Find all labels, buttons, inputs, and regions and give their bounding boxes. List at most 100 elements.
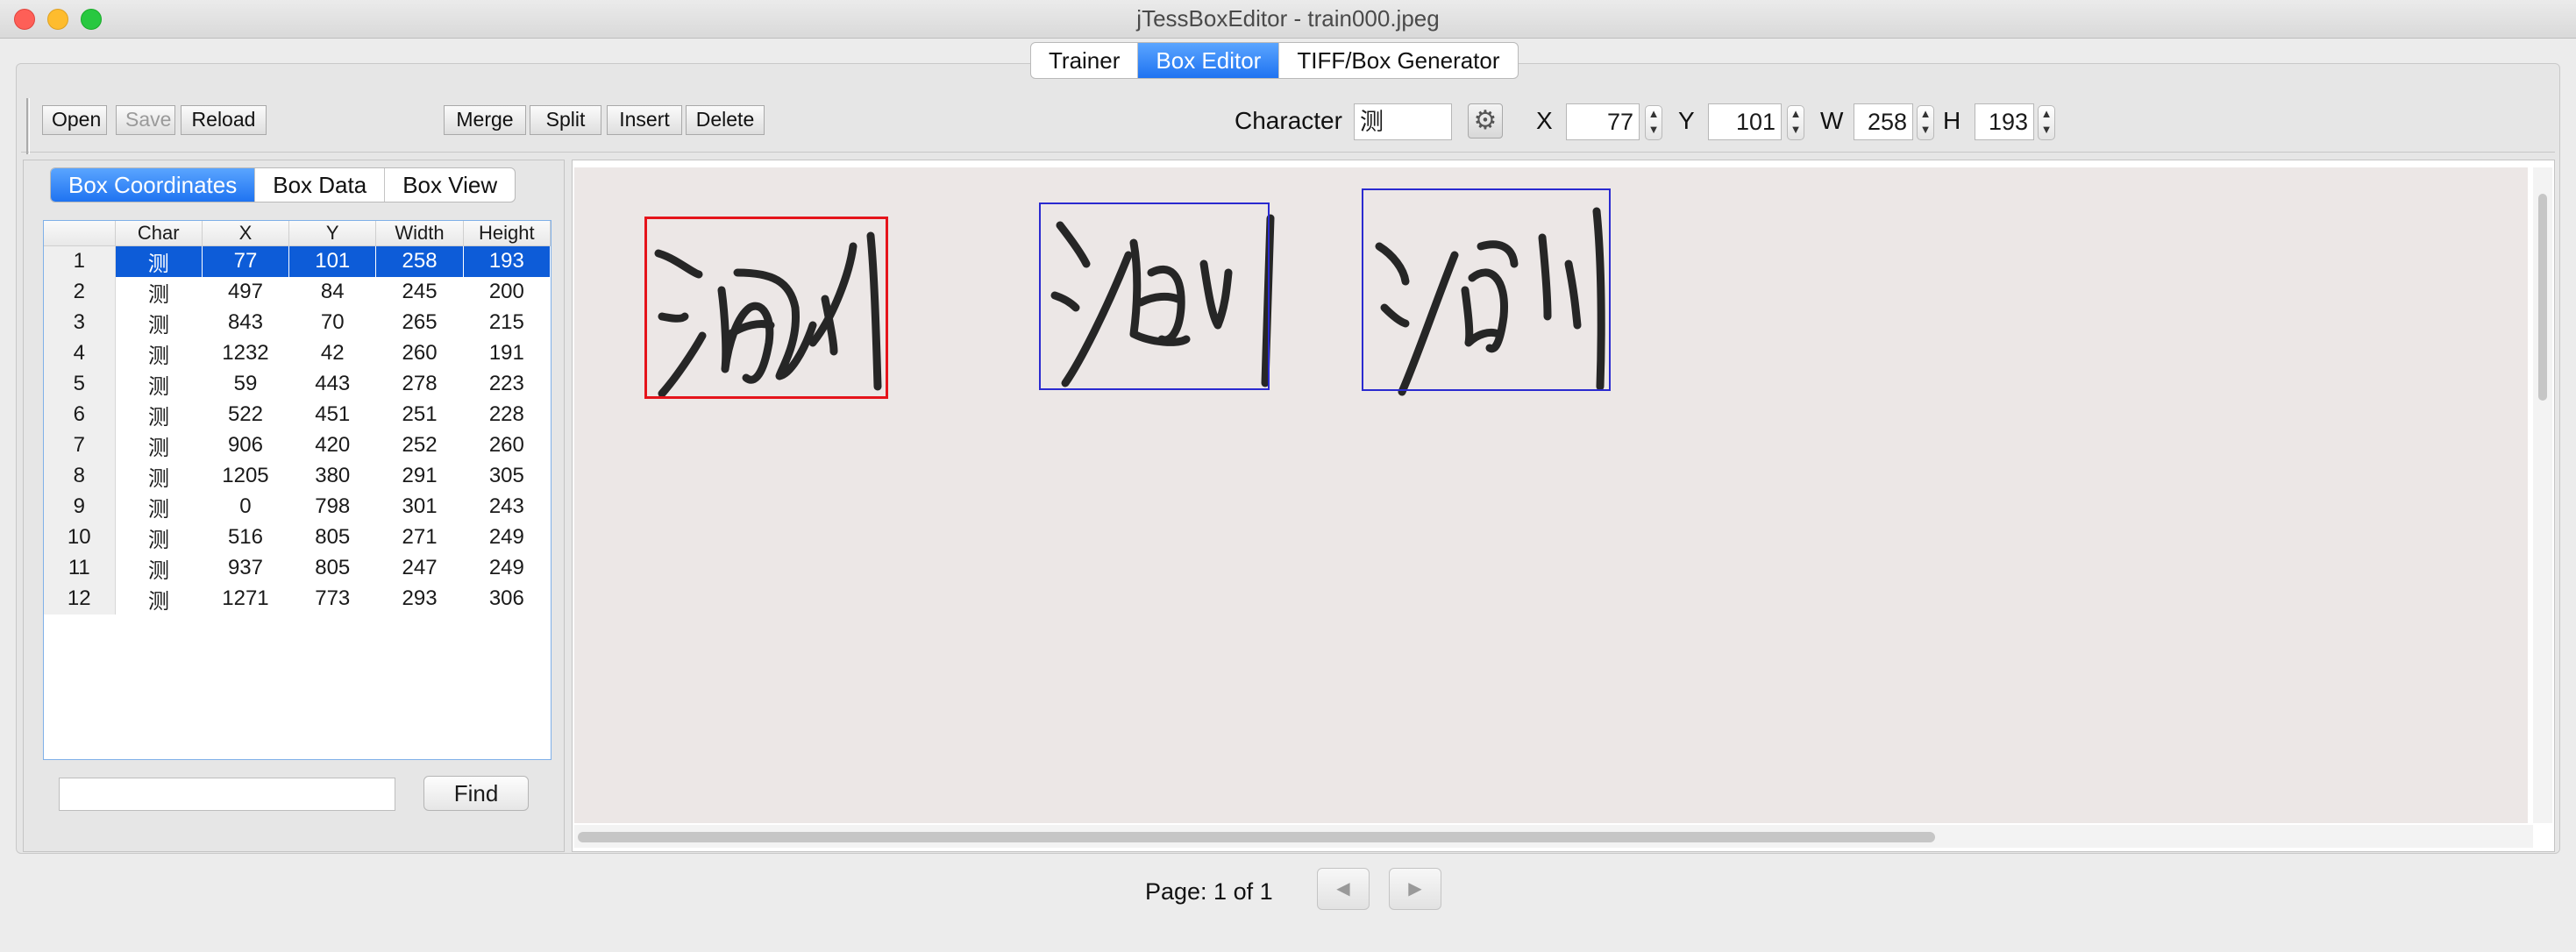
open-button[interactable]: Open xyxy=(42,105,107,135)
char-box[interactable] xyxy=(1039,202,1270,390)
merge-button[interactable]: Merge xyxy=(444,105,526,135)
column-header-x[interactable]: X xyxy=(202,221,290,246)
y-cell[interactable]: 420 xyxy=(289,430,376,461)
tab-tiff-box-generator[interactable]: TIFF/Box Generator xyxy=(1279,43,1517,78)
height-cell[interactable]: 305 xyxy=(463,461,550,492)
width-cell[interactable]: 265 xyxy=(376,308,463,338)
table-row[interactable]: 12 测 1271 773 293 306 xyxy=(44,583,551,615)
width-cell[interactable]: 245 xyxy=(376,277,463,308)
column-header-height[interactable]: Height xyxy=(463,221,551,246)
y-cell[interactable]: 380 xyxy=(289,461,376,492)
width-cell[interactable]: 258 xyxy=(375,245,464,277)
table-row[interactable]: 10 测 516 805 271 249 xyxy=(44,522,551,553)
x-cell[interactable]: 906 xyxy=(202,430,288,461)
tab-box-view[interactable]: Box View xyxy=(385,168,515,202)
table-row[interactable]: 5 测 59 443 278 223 xyxy=(44,368,551,400)
column-header-y[interactable]: Y xyxy=(288,221,377,246)
char-box[interactable] xyxy=(1362,188,1611,391)
x-cell[interactable]: 1271 xyxy=(202,584,288,615)
w-stepper-chevron-up-down-icon[interactable]: ▲ ▼ xyxy=(1917,105,1934,140)
char-cell[interactable]: 测 xyxy=(115,277,202,308)
row-number-cell[interactable]: 3 xyxy=(44,307,116,338)
height-cell[interactable]: 260 xyxy=(463,430,550,461)
width-cell[interactable]: 291 xyxy=(376,461,463,492)
row-number-cell[interactable]: 5 xyxy=(44,368,116,400)
char-cell[interactable]: 测 xyxy=(115,522,202,553)
height-cell[interactable]: 306 xyxy=(463,584,550,615)
y-cell[interactable]: 42 xyxy=(289,338,376,369)
scroll-thumb[interactable] xyxy=(578,832,1935,842)
table-row[interactable]: 11 测 937 805 247 249 xyxy=(44,552,551,584)
char-cell[interactable]: 测 xyxy=(115,553,202,584)
y-cell[interactable]: 84 xyxy=(289,277,376,308)
character-field[interactable]: 测 xyxy=(1354,103,1452,140)
row-number-cell[interactable]: 10 xyxy=(44,522,116,553)
tab-box-data[interactable]: Box Data xyxy=(255,168,386,202)
h-stepper-chevron-up-down-icon[interactable]: ▲ ▼ xyxy=(2038,105,2055,140)
y-stepper-chevron-up-down-icon[interactable]: ▲ ▼ xyxy=(1787,105,1804,140)
prev-page-icon[interactable]: ◀ xyxy=(1317,868,1370,910)
height-cell[interactable]: 223 xyxy=(463,369,550,400)
x-cell[interactable]: 522 xyxy=(202,400,288,430)
save-button[interactable]: Save xyxy=(116,105,175,135)
y-cell[interactable]: 70 xyxy=(289,308,376,338)
column-header-width[interactable]: Width xyxy=(375,221,464,246)
width-cell[interactable]: 293 xyxy=(376,584,463,615)
next-page-icon[interactable]: ▶ xyxy=(1389,868,1441,910)
delete-button[interactable]: Delete xyxy=(686,105,765,135)
y-cell[interactable]: 805 xyxy=(289,553,376,584)
table-row[interactable]: 4 测 1232 42 260 191 xyxy=(44,337,551,369)
table-row[interactable]: 6 测 522 451 251 228 xyxy=(44,399,551,430)
width-cell[interactable]: 251 xyxy=(376,400,463,430)
char-cell[interactable]: 测 xyxy=(115,584,202,615)
table-row[interactable]: 9 测 0 798 301 243 xyxy=(44,491,551,522)
tab-box-coordinates[interactable]: Box Coordinates xyxy=(51,168,256,202)
x-cell[interactable]: 843 xyxy=(202,308,288,338)
row-number-cell[interactable]: 7 xyxy=(44,430,116,461)
h-field[interactable]: 193 xyxy=(1975,103,2034,140)
x-cell[interactable]: 937 xyxy=(202,553,288,584)
height-cell[interactable]: 249 xyxy=(463,553,550,584)
width-cell[interactable]: 260 xyxy=(376,338,463,369)
char-cell[interactable]: 测 xyxy=(115,369,202,400)
scroll-thumb[interactable] xyxy=(2538,194,2547,401)
height-cell[interactable]: 191 xyxy=(463,338,550,369)
column-header-char[interactable]: Char xyxy=(115,221,203,246)
table-row[interactable]: 3 测 843 70 265 215 xyxy=(44,307,551,338)
column-header-row-number[interactable] xyxy=(44,221,116,246)
toolbar-grip[interactable] xyxy=(26,98,30,154)
width-cell[interactable]: 252 xyxy=(376,430,463,461)
horizontal-scrollbar[interactable] xyxy=(574,825,2533,848)
tab-box-editor[interactable]: Box Editor xyxy=(1138,43,1280,78)
row-number-cell[interactable]: 9 xyxy=(44,491,116,522)
row-number-cell[interactable]: 6 xyxy=(44,399,116,430)
x-cell[interactable]: 1205 xyxy=(202,461,288,492)
y-cell[interactable]: 451 xyxy=(289,400,376,430)
y-cell[interactable]: 101 xyxy=(288,245,377,277)
box-coordinates-table[interactable]: Char X Y Width Height 1 测 77 101 258 193 2 测 497… xyxy=(43,220,551,760)
image-canvas[interactable] xyxy=(574,167,2528,823)
y-cell[interactable]: 773 xyxy=(289,584,376,615)
width-cell[interactable]: 271 xyxy=(376,522,463,553)
w-field[interactable]: 258 xyxy=(1854,103,1913,140)
reload-button[interactable]: Reload xyxy=(181,105,267,135)
insert-button[interactable]: Insert xyxy=(607,105,682,135)
vertical-scrollbar[interactable] xyxy=(2533,167,2552,823)
table-row[interactable]: 7 测 906 420 252 260 xyxy=(44,430,551,461)
char-cell[interactable]: 测 xyxy=(115,245,203,277)
table-row[interactable]: 2 测 497 84 245 200 xyxy=(44,276,551,308)
width-cell[interactable]: 301 xyxy=(376,492,463,522)
x-cell[interactable]: 0 xyxy=(202,492,288,522)
gear-icon[interactable]: ⚙ xyxy=(1468,103,1503,139)
char-cell[interactable]: 测 xyxy=(115,400,202,430)
row-number-cell[interactable]: 4 xyxy=(44,337,116,369)
char-cell[interactable]: 测 xyxy=(115,492,202,522)
char-cell[interactable]: 测 xyxy=(115,338,202,369)
x-cell[interactable]: 497 xyxy=(202,277,288,308)
height-cell[interactable]: 228 xyxy=(463,400,550,430)
char-cell[interactable]: 测 xyxy=(115,308,202,338)
height-cell[interactable]: 243 xyxy=(463,492,550,522)
row-number-cell[interactable]: 12 xyxy=(44,583,116,615)
x-cell[interactable]: 516 xyxy=(202,522,288,553)
row-number-cell[interactable]: 11 xyxy=(44,552,116,584)
